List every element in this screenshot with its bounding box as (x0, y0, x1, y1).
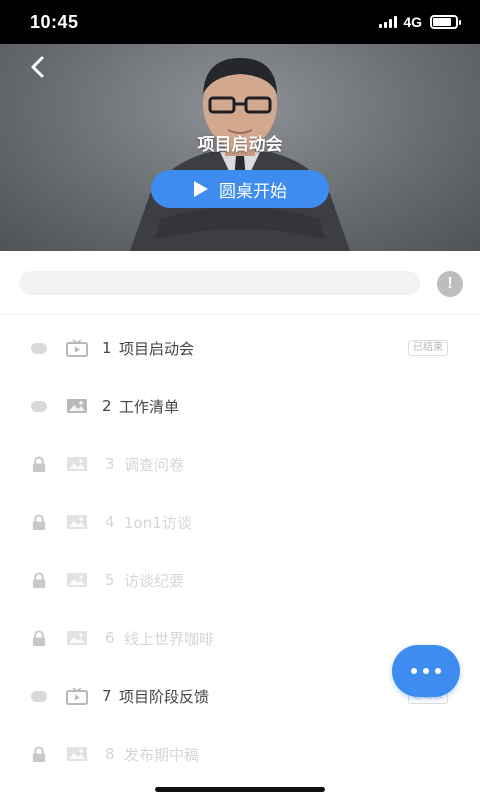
session-title: 线上世界咖啡 (124, 629, 215, 648)
status-indicators: 4G (379, 14, 461, 30)
session-number: 2 (102, 397, 112, 415)
more-actions-button[interactable] (392, 645, 460, 697)
chevron-left-icon (31, 56, 44, 78)
start-button-label: 圆桌开始 (219, 181, 287, 202)
lock-icon (30, 629, 47, 647)
session-number: 1 (102, 339, 112, 357)
dot (411, 668, 417, 674)
battery-level (433, 18, 451, 26)
session-title: 项目阶段反馈 (119, 687, 210, 706)
session-number: 7 (102, 687, 112, 705)
lock-icon (30, 455, 47, 473)
session-item: 5 访谈纪要 (0, 551, 480, 609)
hero-title: 项目启动会 (197, 135, 283, 155)
lock-icon (30, 513, 47, 531)
session-title: 项目启动会 (119, 339, 195, 358)
image-icon (66, 629, 88, 647)
dot (423, 668, 429, 674)
session-title: 调查问卷 (124, 455, 185, 474)
status-bar: 10:45 4G (0, 0, 480, 44)
session-item: 8 发布期中稿 (0, 725, 480, 783)
signal-icon (379, 16, 398, 28)
session-number: 8 (105, 745, 115, 763)
image-icon (66, 571, 88, 589)
image-icon (66, 397, 88, 415)
home-indicator (155, 787, 325, 792)
image-icon (66, 455, 88, 473)
session-number: 6 (105, 629, 115, 647)
session-item: 4 1on1访谈 (0, 493, 480, 551)
dot (435, 668, 441, 674)
session-item: 3 调查问卷 (0, 435, 480, 493)
status-dot (30, 398, 47, 415)
session-item[interactable]: 1 项目启动会 已结束 (0, 319, 480, 377)
status-dot (30, 340, 47, 357)
info-icon[interactable]: ! (437, 271, 463, 297)
lock-icon (30, 571, 47, 589)
network-type: 4G (403, 14, 422, 30)
session-item[interactable]: 2 工作清单 (0, 377, 480, 435)
session-number: 5 (105, 571, 115, 589)
back-button[interactable] (22, 52, 52, 82)
status-time: 10:45 (30, 11, 79, 32)
lock-icon (30, 745, 47, 763)
video-icon (66, 687, 88, 705)
session-title: 工作清单 (119, 397, 180, 416)
session-title: 发布期中稿 (124, 745, 200, 764)
session-title: 访谈纪要 (124, 571, 185, 590)
start-roundtable-button[interactable]: 圆桌开始 (151, 170, 329, 208)
status-badge: 已结束 (408, 340, 448, 356)
image-icon (66, 513, 88, 531)
session-title: 1on1访谈 (124, 513, 192, 532)
play-icon (194, 181, 208, 197)
session-number: 4 (105, 513, 115, 531)
course-detail-page: 10:45 4G 项目启动会 圆桌开始 ! 1 项目启动会 已结束 2 工作清单… (0, 0, 480, 800)
session-list: 1 项目启动会 已结束 2 工作清单 3 调查问卷 4 1on1访谈 5 访谈纪要 6 线上世界咖啡 7 项… (0, 319, 480, 783)
hero-banner: 项目启动会 圆桌开始 (0, 44, 480, 251)
video-icon (66, 339, 88, 357)
progress-bar (19, 271, 420, 295)
progress-section: ! (0, 251, 480, 315)
status-dot (30, 688, 47, 705)
image-icon (66, 745, 88, 763)
session-number: 3 (105, 455, 115, 473)
battery-icon (430, 15, 461, 29)
